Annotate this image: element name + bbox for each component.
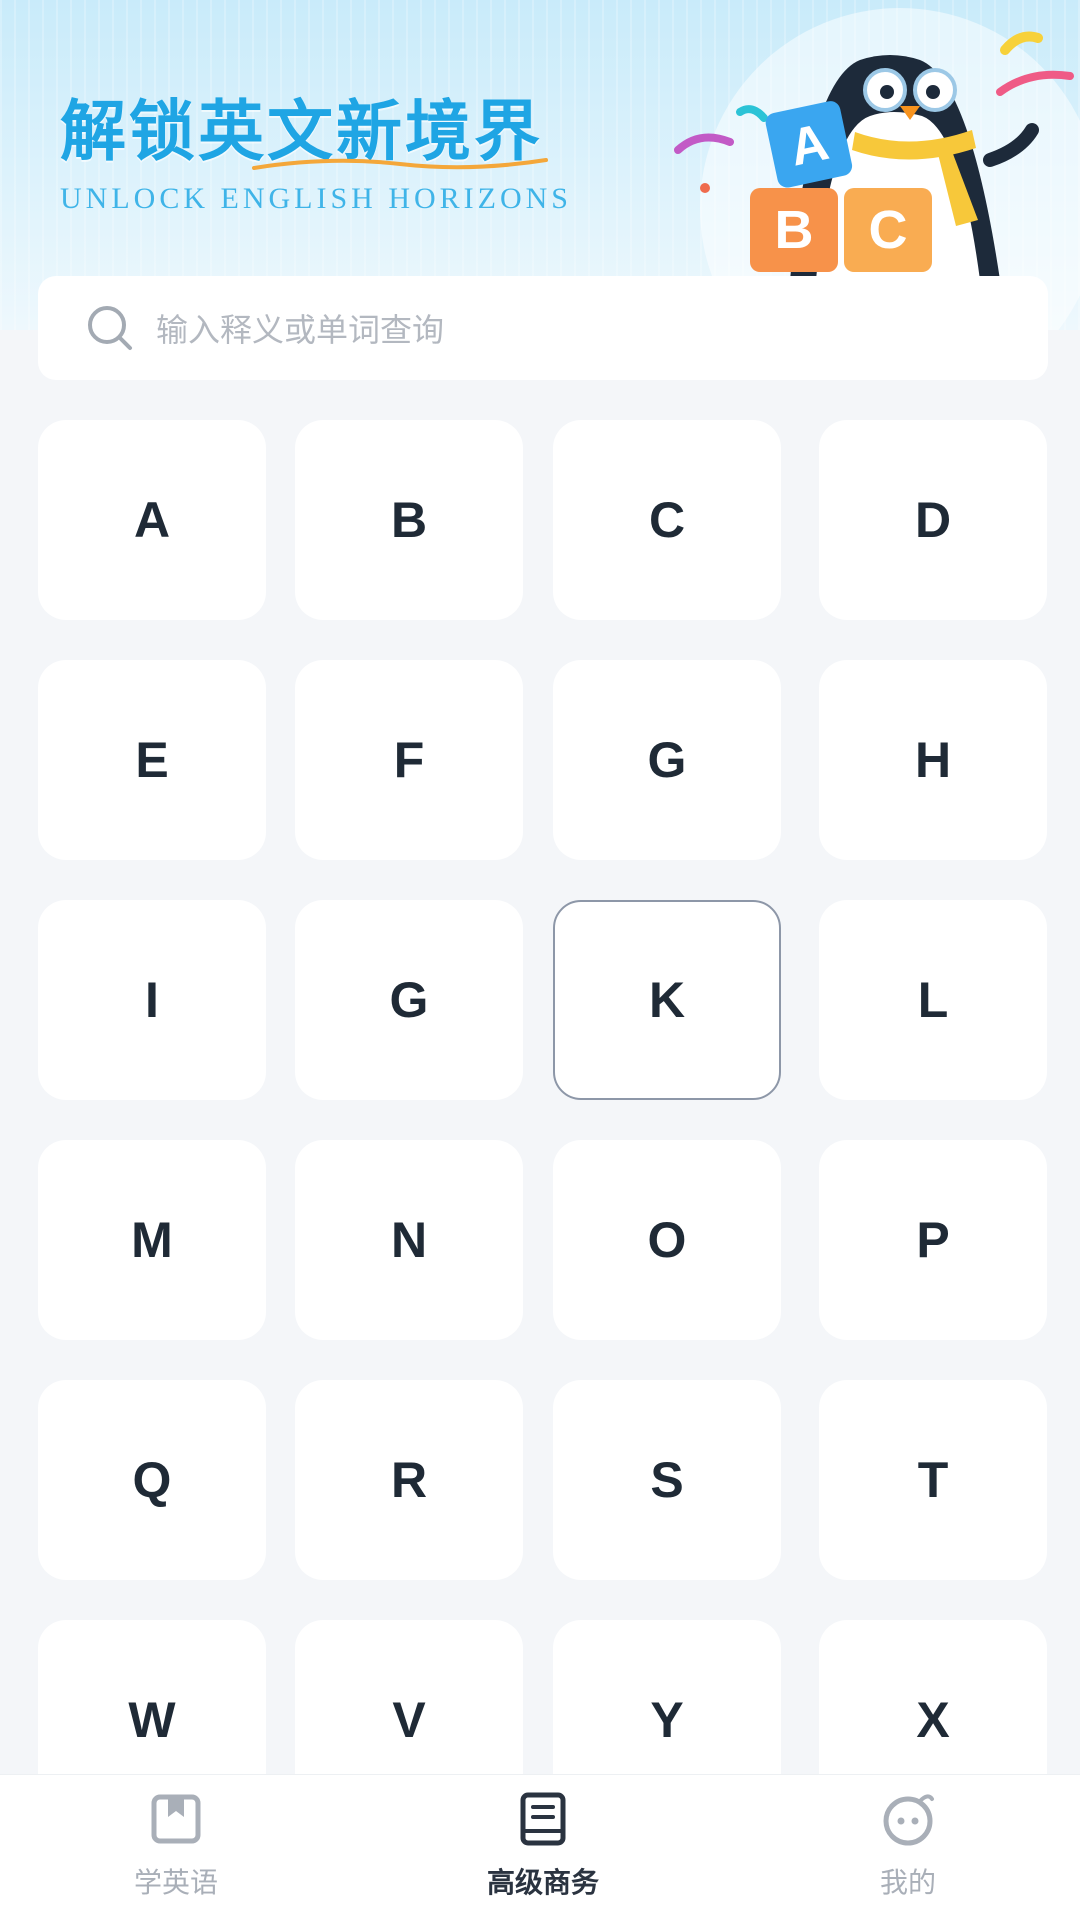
tab-profile[interactable]: 我的 <box>808 1789 1008 1909</box>
search-icon <box>88 306 132 350</box>
title-underline <box>252 158 548 170</box>
letter-key-g[interactable]: G <box>295 900 523 1100</box>
letter-key-p[interactable]: P <box>819 1140 1047 1340</box>
letter-key-d[interactable]: D <box>819 420 1047 620</box>
letter-key-i[interactable]: I <box>38 900 266 1100</box>
search-bar[interactable]: 输入释义或单词查询 <box>38 276 1048 380</box>
letter-key-a[interactable]: A <box>38 420 266 620</box>
letter-key-t[interactable]: T <box>819 1380 1047 1580</box>
block-letter-c: C <box>869 200 908 260</box>
letter-key-q[interactable]: Q <box>38 1380 266 1580</box>
tab-label: 我的 <box>879 1866 936 1899</box>
block-letter-b: B <box>775 200 814 260</box>
letter-key-f[interactable]: F <box>295 660 523 860</box>
letter-key-m[interactable]: M <box>38 1140 266 1340</box>
letter-key-h[interactable]: H <box>819 660 1047 860</box>
tab-advanced-business[interactable]: 高级商务 <box>443 1789 643 1909</box>
book-icon <box>520 1792 566 1846</box>
letter-key-o[interactable]: O <box>553 1140 781 1340</box>
search-placeholder: 输入释义或单词查询 <box>156 311 445 349</box>
smiley-face-icon <box>883 1794 934 1846</box>
tab-label: 高级商务 <box>486 1866 599 1899</box>
penguin-mascot-illustration: A B C <box>674 31 1074 280</box>
bottom-tab-bar: 学英语 高级商务 我的 <box>0 1774 1080 1920</box>
letter-key-b[interactable]: B <box>295 420 523 620</box>
letter-key-l[interactable]: L <box>819 900 1047 1100</box>
letter-key-s[interactable]: S <box>553 1380 781 1580</box>
bookmark-book-icon <box>151 1794 201 1844</box>
letter-key-c[interactable]: C <box>553 420 781 620</box>
letter-key-n[interactable]: N <box>295 1140 523 1340</box>
banner-subtitle: UNLOCK ENGLISH HORIZONS <box>60 182 572 215</box>
letter-key-r[interactable]: R <box>295 1380 523 1580</box>
tab-label: 学英语 <box>133 1866 218 1899</box>
letter-key-e[interactable]: E <box>38 660 266 860</box>
letter-key-g[interactable]: G <box>553 660 781 860</box>
letter-key-k[interactable]: K <box>553 900 781 1100</box>
tab-learn-english[interactable]: 学英语 <box>76 1789 276 1909</box>
